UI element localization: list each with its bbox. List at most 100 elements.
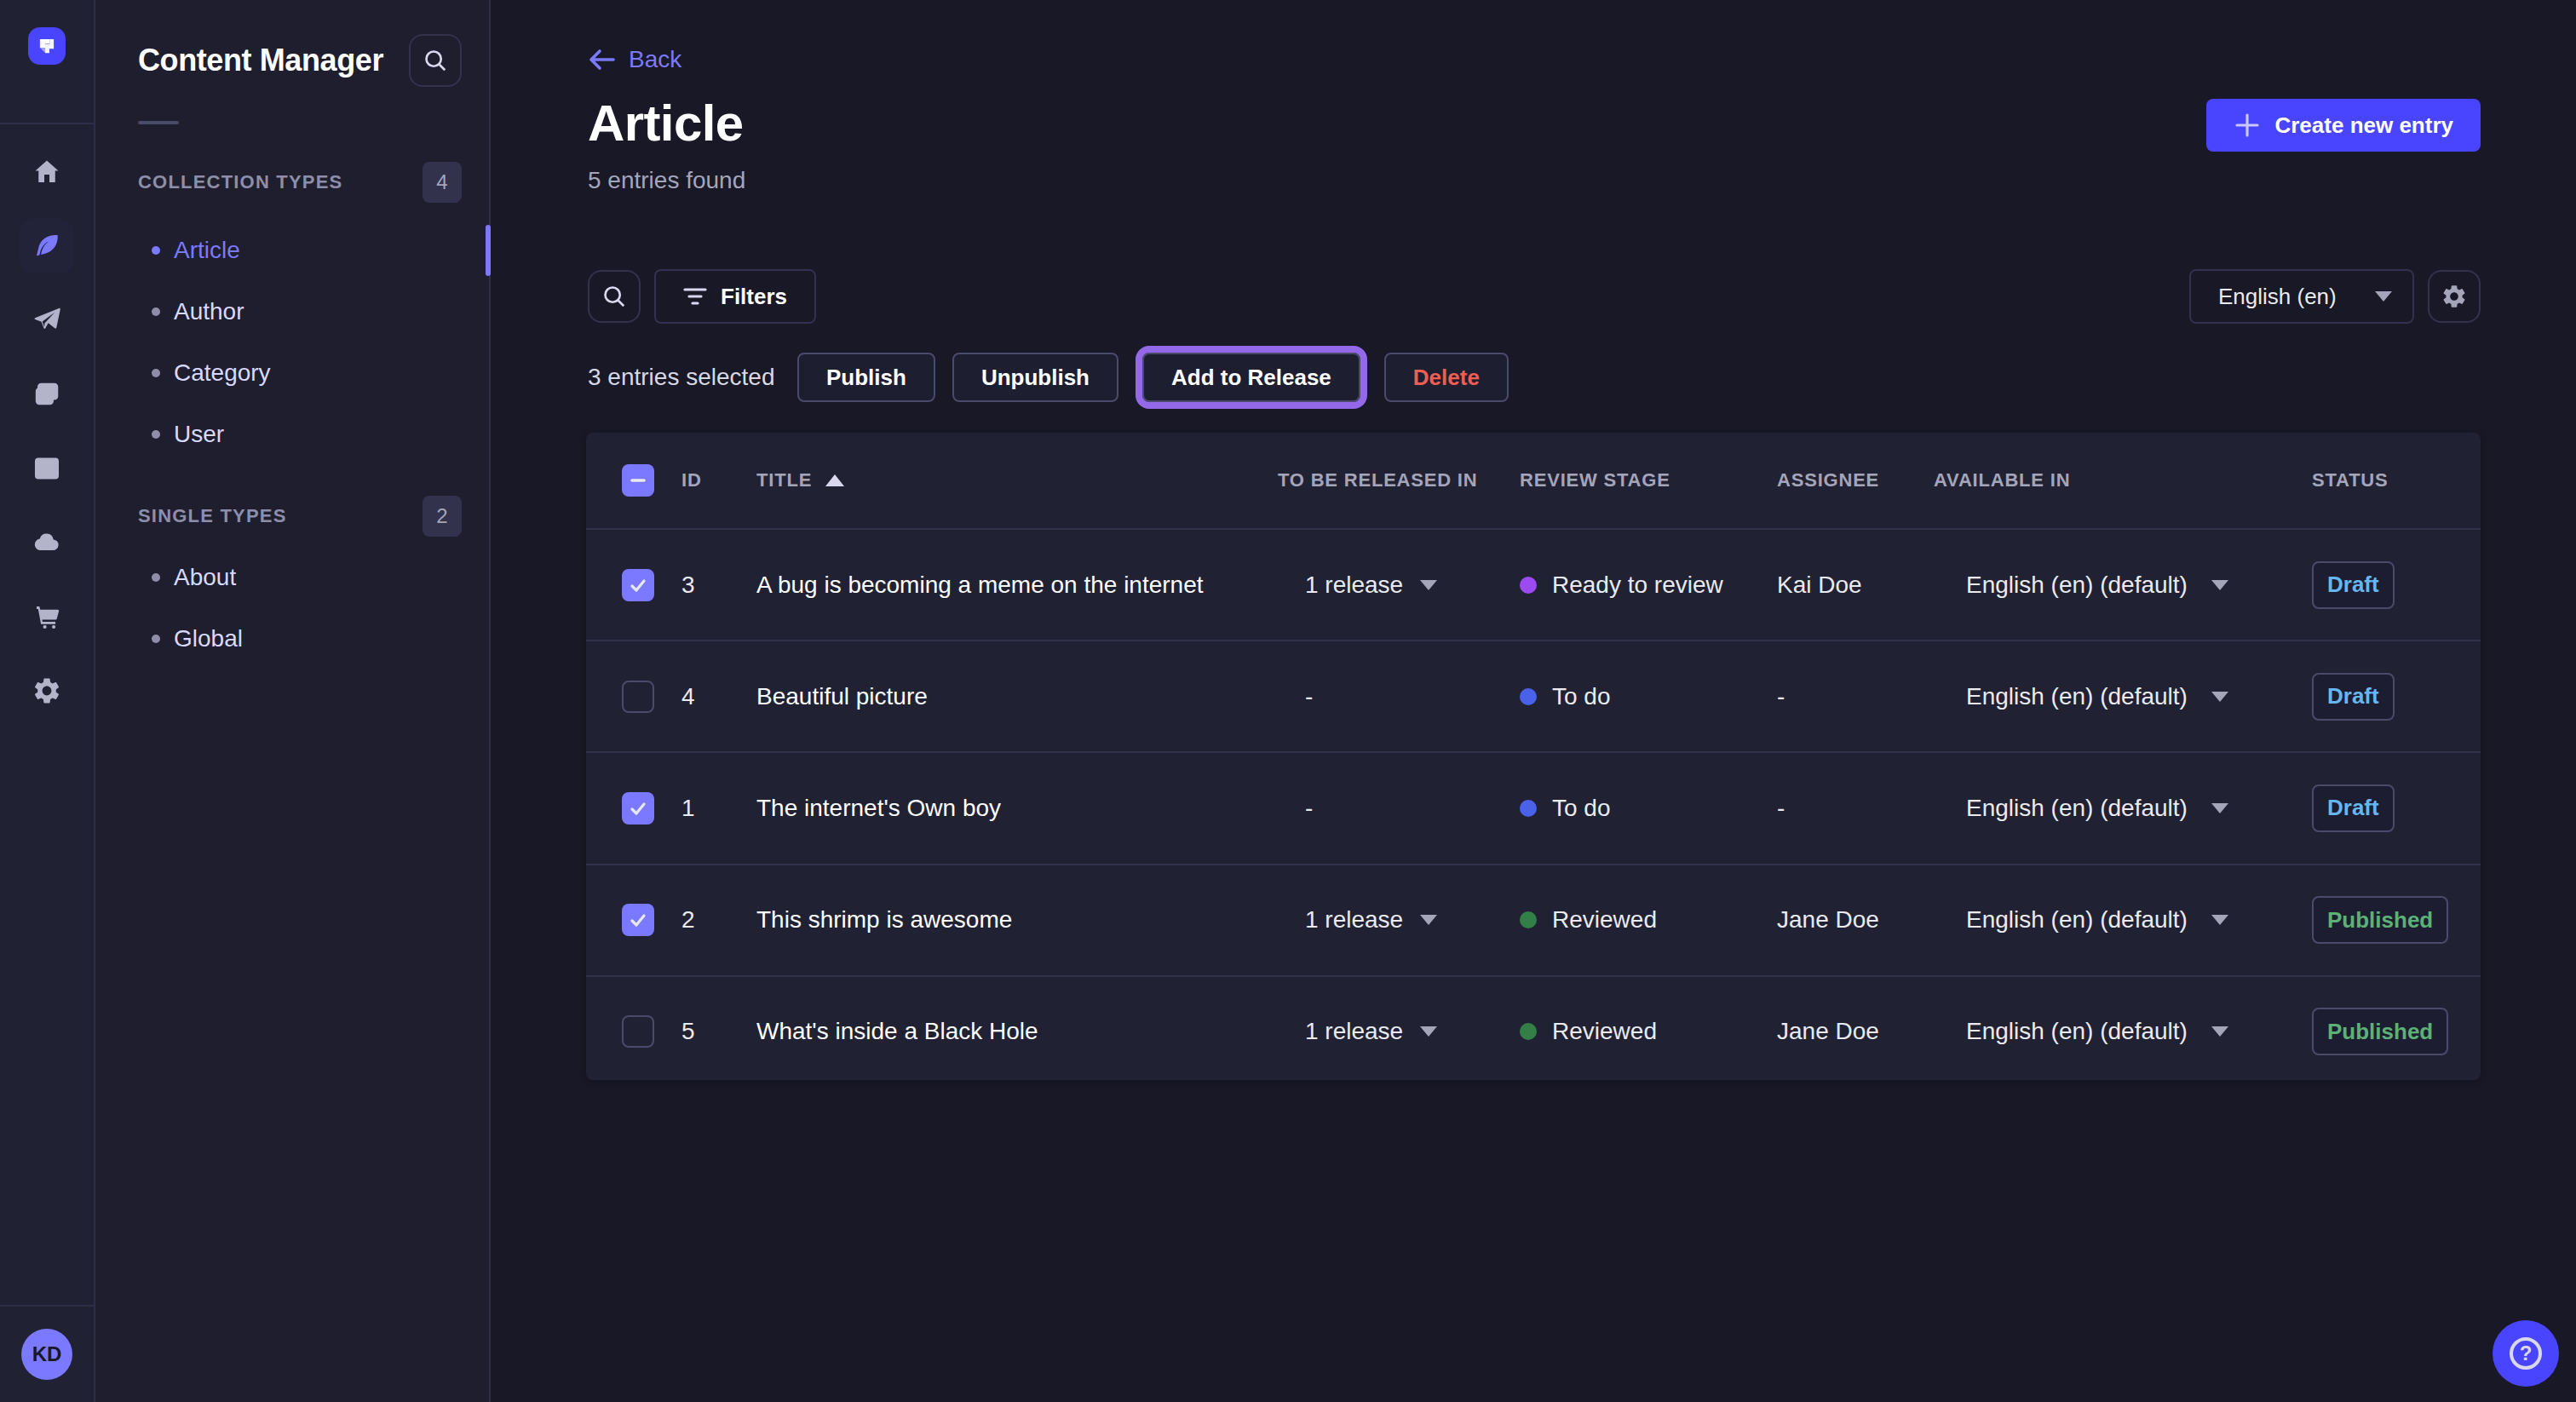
table-row[interactable]: 4 Beautiful picture - To do - English (e…: [586, 641, 2481, 753]
search-button[interactable]: [588, 270, 641, 323]
sidebar-item-category[interactable]: Category: [95, 342, 489, 404]
cell-available-in[interactable]: English (en) (default): [1934, 1018, 2312, 1045]
subnav-search-button[interactable]: [409, 34, 462, 87]
status-badge: Draft: [2312, 784, 2395, 832]
sort-asc-icon: [825, 474, 844, 486]
single-types-count-badge: 2: [423, 496, 462, 537]
chevron-down-icon: [1420, 915, 1437, 925]
cell-available-in[interactable]: English (en) (default): [1934, 683, 2312, 710]
cell-title: A bug is becoming a meme on the internet: [756, 572, 1278, 599]
col-header-review[interactable]: REVIEW STAGE: [1520, 469, 1777, 491]
user-avatar[interactable]: KD: [21, 1329, 72, 1380]
main-nav-rail: KD: [0, 0, 95, 1402]
cell-released[interactable]: 1 release: [1278, 1018, 1520, 1045]
chevron-down-icon: [1420, 1026, 1437, 1037]
cell-title: The internet's Own boy: [756, 795, 1278, 822]
cell-released[interactable]: 1 release: [1278, 572, 1520, 599]
main-content: Back Article 5 entries found Create new …: [491, 0, 2576, 1402]
strapi-logo[interactable]: [28, 27, 66, 65]
sidebar-item-article[interactable]: Article: [95, 220, 489, 281]
select-all-checkbox[interactable]: [622, 464, 654, 497]
chevron-down-icon: [2211, 915, 2228, 925]
sidebar-item-global[interactable]: Global: [95, 608, 489, 669]
cell-available-in[interactable]: English (en) (default): [1934, 795, 2312, 822]
status-badge: Draft: [2312, 673, 2395, 721]
col-header-title[interactable]: TITLE: [756, 469, 1278, 491]
add-to-release-button[interactable]: Add to Release: [1142, 353, 1360, 402]
table-row[interactable]: 2 This shrimp is awesome 1 release Revie…: [586, 865, 2481, 977]
filter-icon: [683, 286, 707, 307]
selected-count-text: 3 entries selected: [588, 364, 797, 391]
delete-button[interactable]: Delete: [1384, 353, 1509, 402]
create-new-entry-button[interactable]: Create new entry: [2206, 99, 2481, 152]
cell-title: Beautiful picture: [756, 683, 1278, 710]
sidebar-item-author[interactable]: Author: [95, 281, 489, 342]
cloud-icon[interactable]: [20, 515, 74, 570]
bullet-icon: [152, 635, 160, 643]
col-header-assignee[interactable]: ASSIGNEE: [1777, 469, 1934, 491]
col-header-status[interactable]: STATUS: [2312, 469, 2481, 491]
sidebar-item-user[interactable]: User: [95, 404, 489, 465]
publish-button[interactable]: Publish: [797, 353, 935, 402]
stage-dot: [1520, 688, 1537, 705]
col-header-id[interactable]: ID: [681, 469, 756, 491]
col-header-released[interactable]: TO BE RELEASED IN: [1278, 469, 1520, 491]
media-library-icon[interactable]: [20, 367, 74, 422]
marketplace-cart-icon[interactable]: [20, 589, 74, 644]
section-label-single-types: SINGLE TYPES: [138, 505, 287, 527]
table-row[interactable]: 1 The internet's Own boy - To do - Engli…: [586, 753, 2481, 865]
collection-types-count-badge: 4: [423, 162, 462, 203]
bullet-icon: [152, 307, 160, 316]
question-mark-icon: ?: [2510, 1337, 2542, 1370]
filters-button[interactable]: Filters: [654, 269, 816, 324]
table-row[interactable]: 5 What's inside a Black Hole 1 release R…: [586, 977, 2481, 1087]
help-button[interactable]: ?: [2493, 1320, 2559, 1387]
sidebar-item-label: User: [174, 421, 224, 448]
home-icon[interactable]: [20, 145, 74, 199]
back-link[interactable]: Back: [588, 46, 681, 73]
cell-id: 2: [681, 906, 756, 934]
row-checkbox[interactable]: [622, 904, 654, 936]
sidebar-item-label: About: [174, 564, 236, 591]
rail-bottom-divider: [0, 1305, 94, 1307]
row-checkbox[interactable]: [622, 681, 654, 713]
cell-id: 4: [681, 683, 756, 710]
status-badge: Published: [2312, 896, 2448, 944]
content-manager-icon[interactable]: [20, 219, 74, 273]
sidebar-item-about[interactable]: About: [95, 547, 489, 608]
cell-released: -: [1278, 795, 1520, 822]
row-checkbox[interactable]: [622, 569, 654, 601]
locale-select[interactable]: English (en): [2189, 269, 2414, 324]
cell-available-in[interactable]: English (en) (default): [1934, 906, 2312, 934]
cell-review-stage: To do: [1520, 795, 1777, 822]
stage-dot: [1520, 911, 1537, 928]
cell-status: Draft: [2312, 784, 2481, 832]
cell-status: Published: [2312, 1008, 2481, 1055]
sidebar-item-label: Article: [174, 237, 240, 264]
cell-released[interactable]: 1 release: [1278, 906, 1520, 934]
send-icon[interactable]: [20, 293, 74, 348]
status-badge: Published: [2312, 1008, 2448, 1055]
col-header-available[interactable]: AVAILABLE IN: [1934, 469, 2312, 491]
settings-gear-icon[interactable]: [20, 664, 74, 718]
section-label-collection-types: COLLECTION TYPES: [138, 171, 342, 193]
cell-available-in[interactable]: English (en) (default): [1934, 572, 2312, 599]
chevron-down-icon: [2211, 692, 2228, 702]
bullet-icon: [152, 369, 160, 377]
subnav-divider: [138, 121, 179, 124]
unpublish-button[interactable]: Unpublish: [952, 353, 1118, 402]
app-root: KD Content Manager COLLECTION TYPES 4 Ar…: [0, 0, 2576, 1402]
content-type-builder-icon[interactable]: [20, 441, 74, 496]
row-checkbox[interactable]: [622, 792, 654, 825]
bullet-icon: [152, 246, 160, 255]
cell-released: -: [1278, 683, 1520, 710]
subnav-title: Content Manager: [138, 43, 383, 78]
sidebar-item-label: Global: [174, 625, 243, 652]
chevron-down-icon: [2211, 1026, 2228, 1037]
table-row[interactable]: 3 A bug is becoming a meme on the intern…: [586, 530, 2481, 641]
status-badge: Draft: [2312, 561, 2395, 609]
list-settings-button[interactable]: [2428, 270, 2481, 323]
page-title: Article: [588, 94, 744, 152]
row-checkbox[interactable]: [622, 1015, 654, 1048]
cell-status: Draft: [2312, 561, 2481, 609]
